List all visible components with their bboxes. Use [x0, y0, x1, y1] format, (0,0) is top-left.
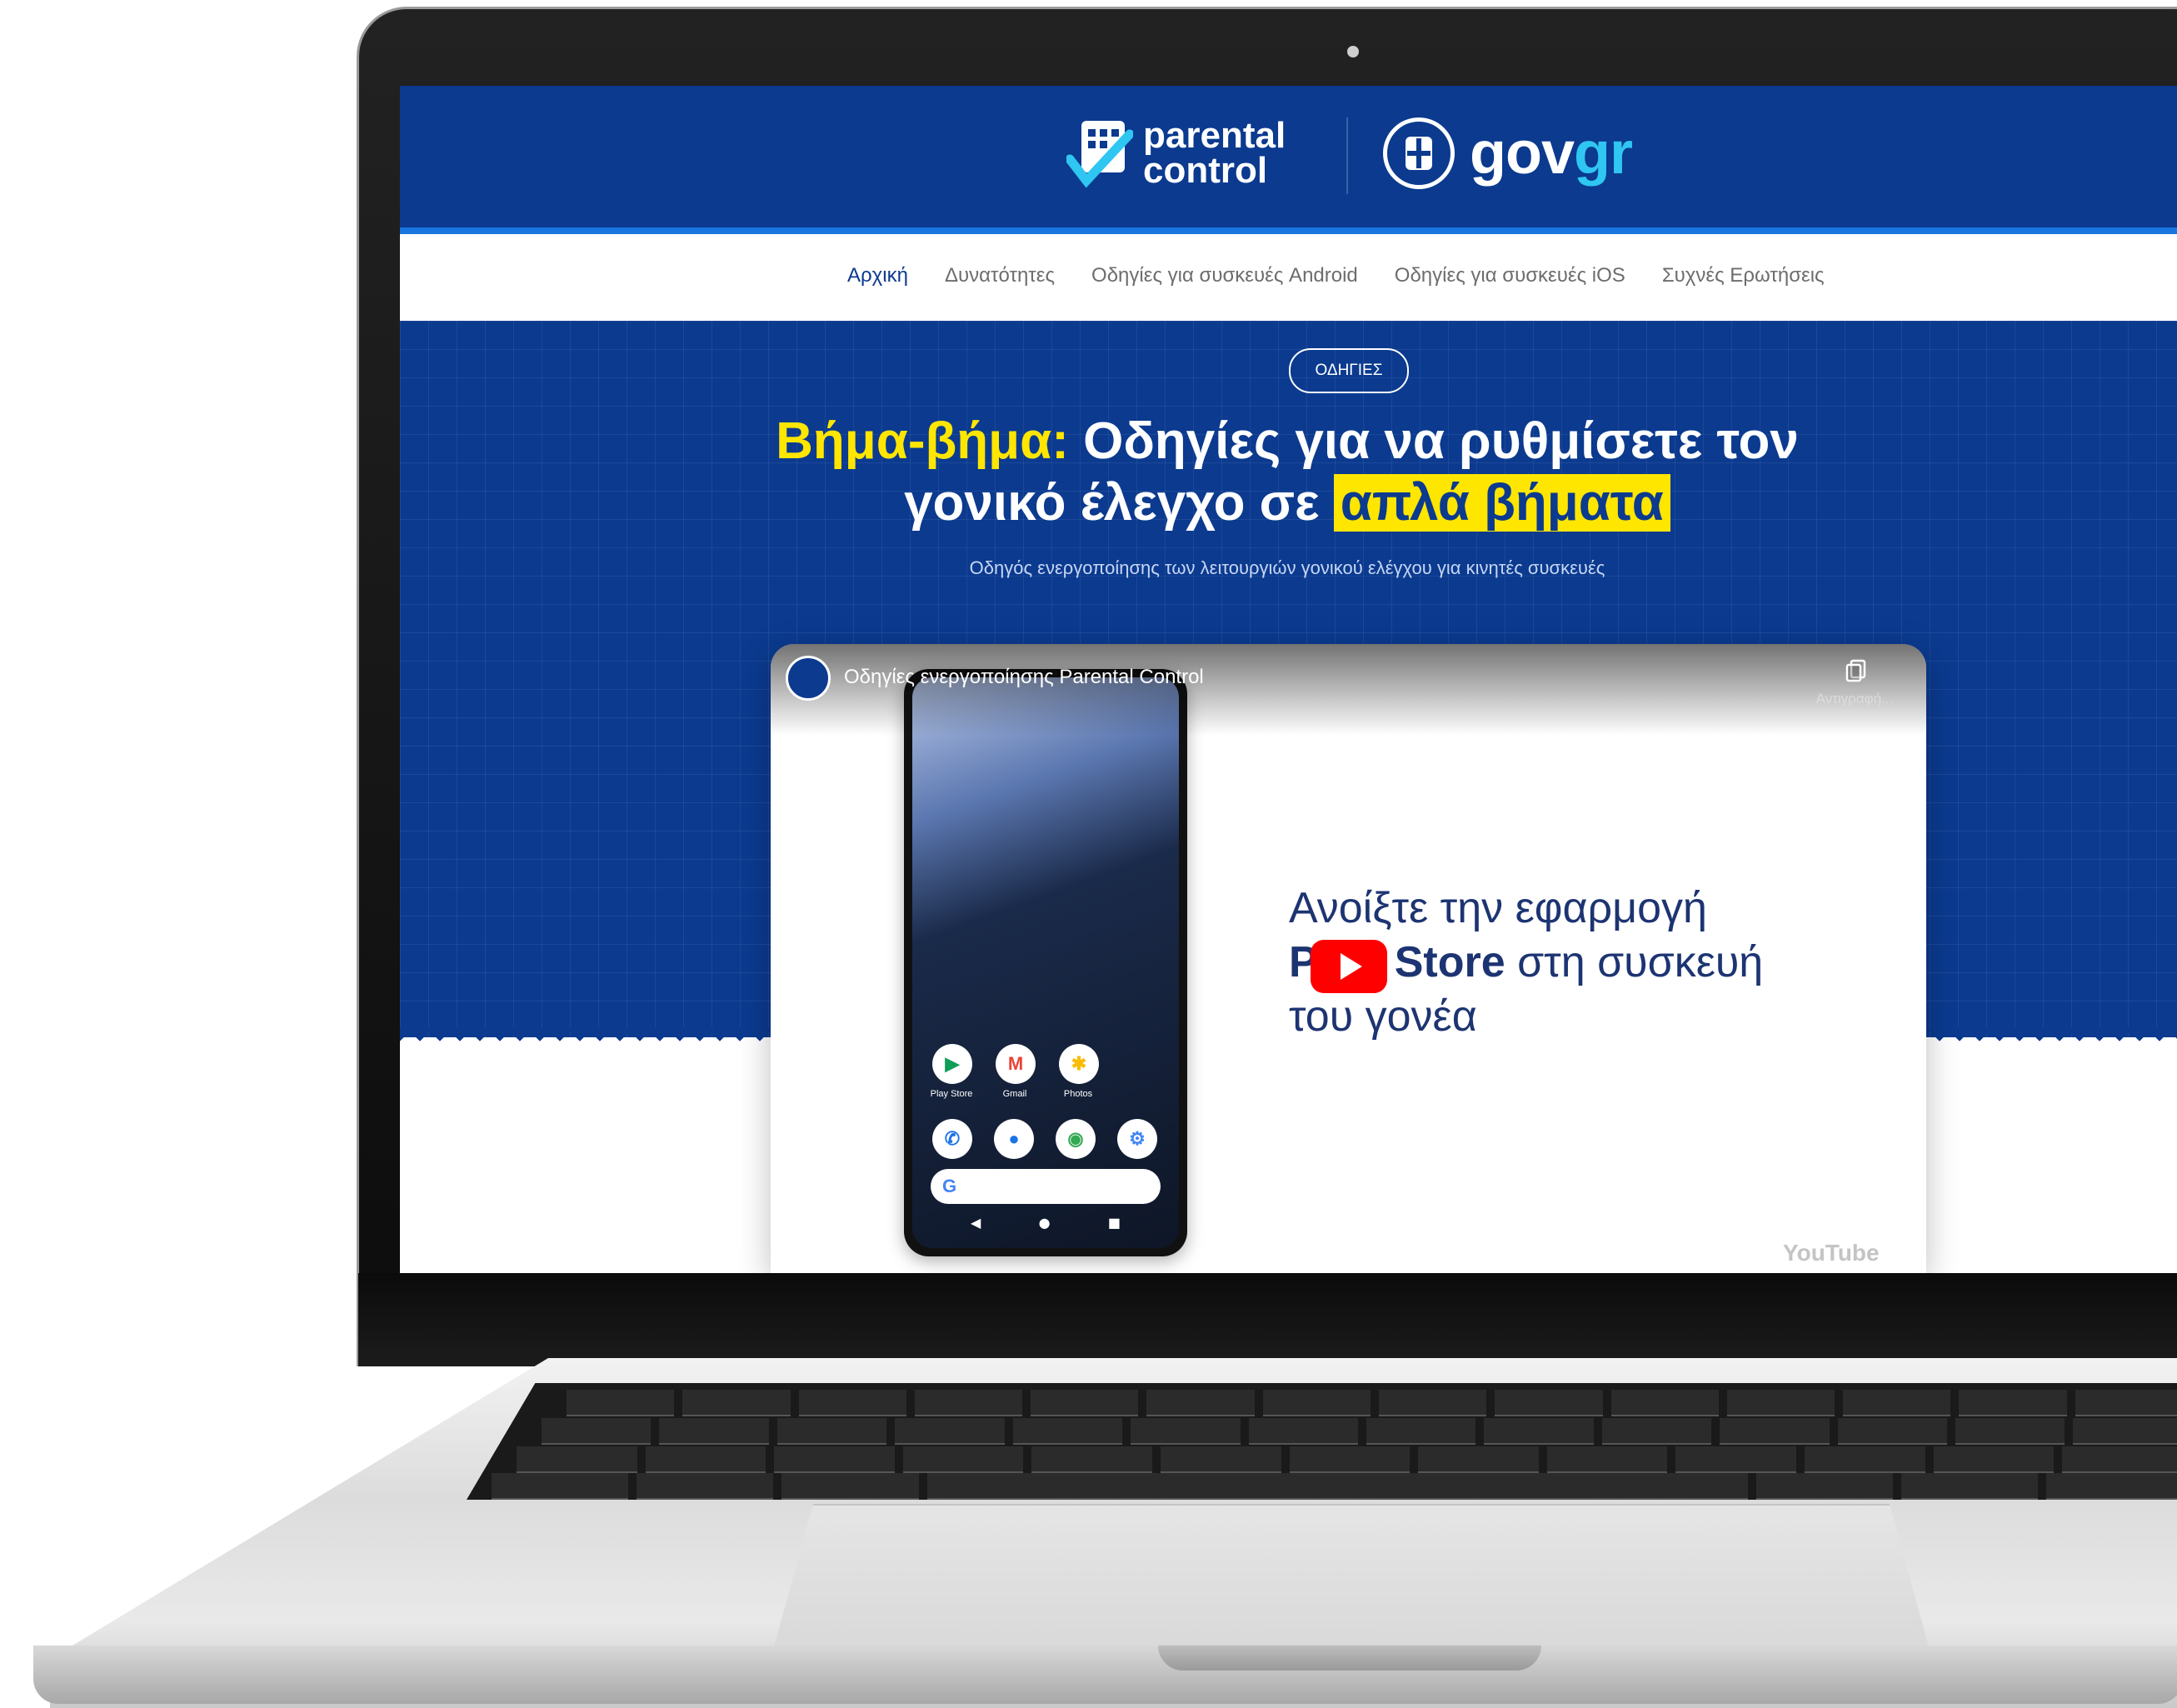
nav-item-faq[interactable]: Συχνές Ερωτήσεις — [1662, 264, 1825, 287]
app-label-photos: Photos — [1063, 1089, 1093, 1099]
main-navigation: Αρχική Δυνατότητες Οδηγίες για συσκευές … — [400, 234, 2177, 321]
govgr-logo[interactable]: govgr — [1383, 117, 1633, 189]
gr-text: gr — [1574, 120, 1633, 187]
android-nav-bar: ◀ ● ■ — [971, 1215, 1121, 1231]
phone-icon: ✆ — [932, 1119, 972, 1159]
govgr-wordmark: govgr — [1470, 119, 1633, 187]
gov-text: gov — [1470, 120, 1575, 187]
youtube-logo[interactable]: YouTube — [1783, 1240, 1880, 1266]
app-label-play-store: Play Store — [930, 1089, 973, 1099]
laptop-front-edge — [33, 1646, 2177, 1704]
copy-link-label: Αντιγραφή... — [1815, 691, 1894, 707]
photos-icon: ✱ — [1059, 1044, 1099, 1084]
phone-mockup: ▶ M ✱ Play Store Gmail Photos ✆ ● ◉ ⚙ G … — [904, 669, 1187, 1256]
messages-icon: ● — [994, 1119, 1034, 1159]
play-store-icon: ▶ — [932, 1044, 972, 1084]
phone-screen: ▶ M ✱ Play Store Gmail Photos ✆ ● ◉ ⚙ G … — [912, 677, 1179, 1248]
app-label-gmail: Gmail — [1002, 1089, 1027, 1099]
copy-link-icon[interactable] — [1845, 659, 1867, 682]
hero-subtitle: Οδηγός ενεργοποίησης των λειτουργιών γον… — [969, 557, 1605, 578]
greek-emblem-icon — [1383, 117, 1455, 189]
screen-bottom-bezel — [358, 1273, 2177, 1366]
google-search-bar: G — [931, 1169, 1161, 1204]
google-g-icon: G — [942, 1176, 957, 1196]
hero-title-marked: απλά βήματα — [1333, 474, 1670, 532]
hero-title: Βήμα-βήμα: Οδηγίες για να ρυθμίσετε τον … — [750, 411, 1825, 534]
parental-control-logo[interactable]: parental control — [1065, 115, 1286, 191]
guides-badge: ΟΔΗΓΙΕΣ — [1289, 348, 1409, 393]
laptop-screen: parental control govgr Αρχική Δυνατότητε… — [400, 86, 2177, 1273]
nav-item-android-guide[interactable]: Οδηγίες για συσκευές Android — [1091, 264, 1358, 287]
home-icon: ● — [1038, 1215, 1051, 1231]
play-button[interactable] — [1311, 940, 1387, 993]
nav-item-ios-guide[interactable]: Οδηγίες για συσκευές iOS — [1395, 264, 1625, 287]
header-divider — [1346, 117, 1348, 194]
hero-title-highlight: Βήμα-βήμα: — [776, 412, 1069, 470]
video-title-bar — [771, 644, 1926, 736]
video-title[interactable]: Οδηγίες ενεργοποίησης Parental Control — [844, 666, 1204, 689]
recents-icon: ■ — [1107, 1215, 1121, 1231]
settings-icon: ⚙ — [1117, 1119, 1157, 1159]
caption-line2-rest: στη συσκευή — [1517, 938, 1764, 986]
caption-line3: του γονέα — [1289, 992, 1477, 1041]
site-header: parental control govgr — [400, 86, 2177, 234]
webcam — [1347, 46, 1359, 57]
channel-avatar[interactable] — [786, 656, 831, 701]
lid-opening-notch — [1158, 1646, 1541, 1671]
back-icon: ◀ — [971, 1215, 981, 1231]
nav-item-features[interactable]: Δυνατότητες — [945, 264, 1055, 287]
caption-line1: Ανοίξτε την εφαρμογή — [1289, 884, 1707, 932]
nav-item-home[interactable]: Αρχική — [847, 264, 908, 287]
logo-text-line1: parental — [1143, 115, 1286, 156]
chrome-icon: ◉ — [1056, 1119, 1096, 1159]
parental-control-mark-icon — [1065, 117, 1135, 189]
keyboard — [467, 1383, 2177, 1500]
youtube-video-embed[interactable]: ▶ M ✱ Play Store Gmail Photos ✆ ● ◉ ⚙ G … — [771, 644, 1926, 1273]
logo-text-line2: control — [1143, 150, 1268, 191]
gmail-icon: M — [996, 1044, 1036, 1084]
caption-bold-suffix: Store — [1394, 938, 1505, 986]
